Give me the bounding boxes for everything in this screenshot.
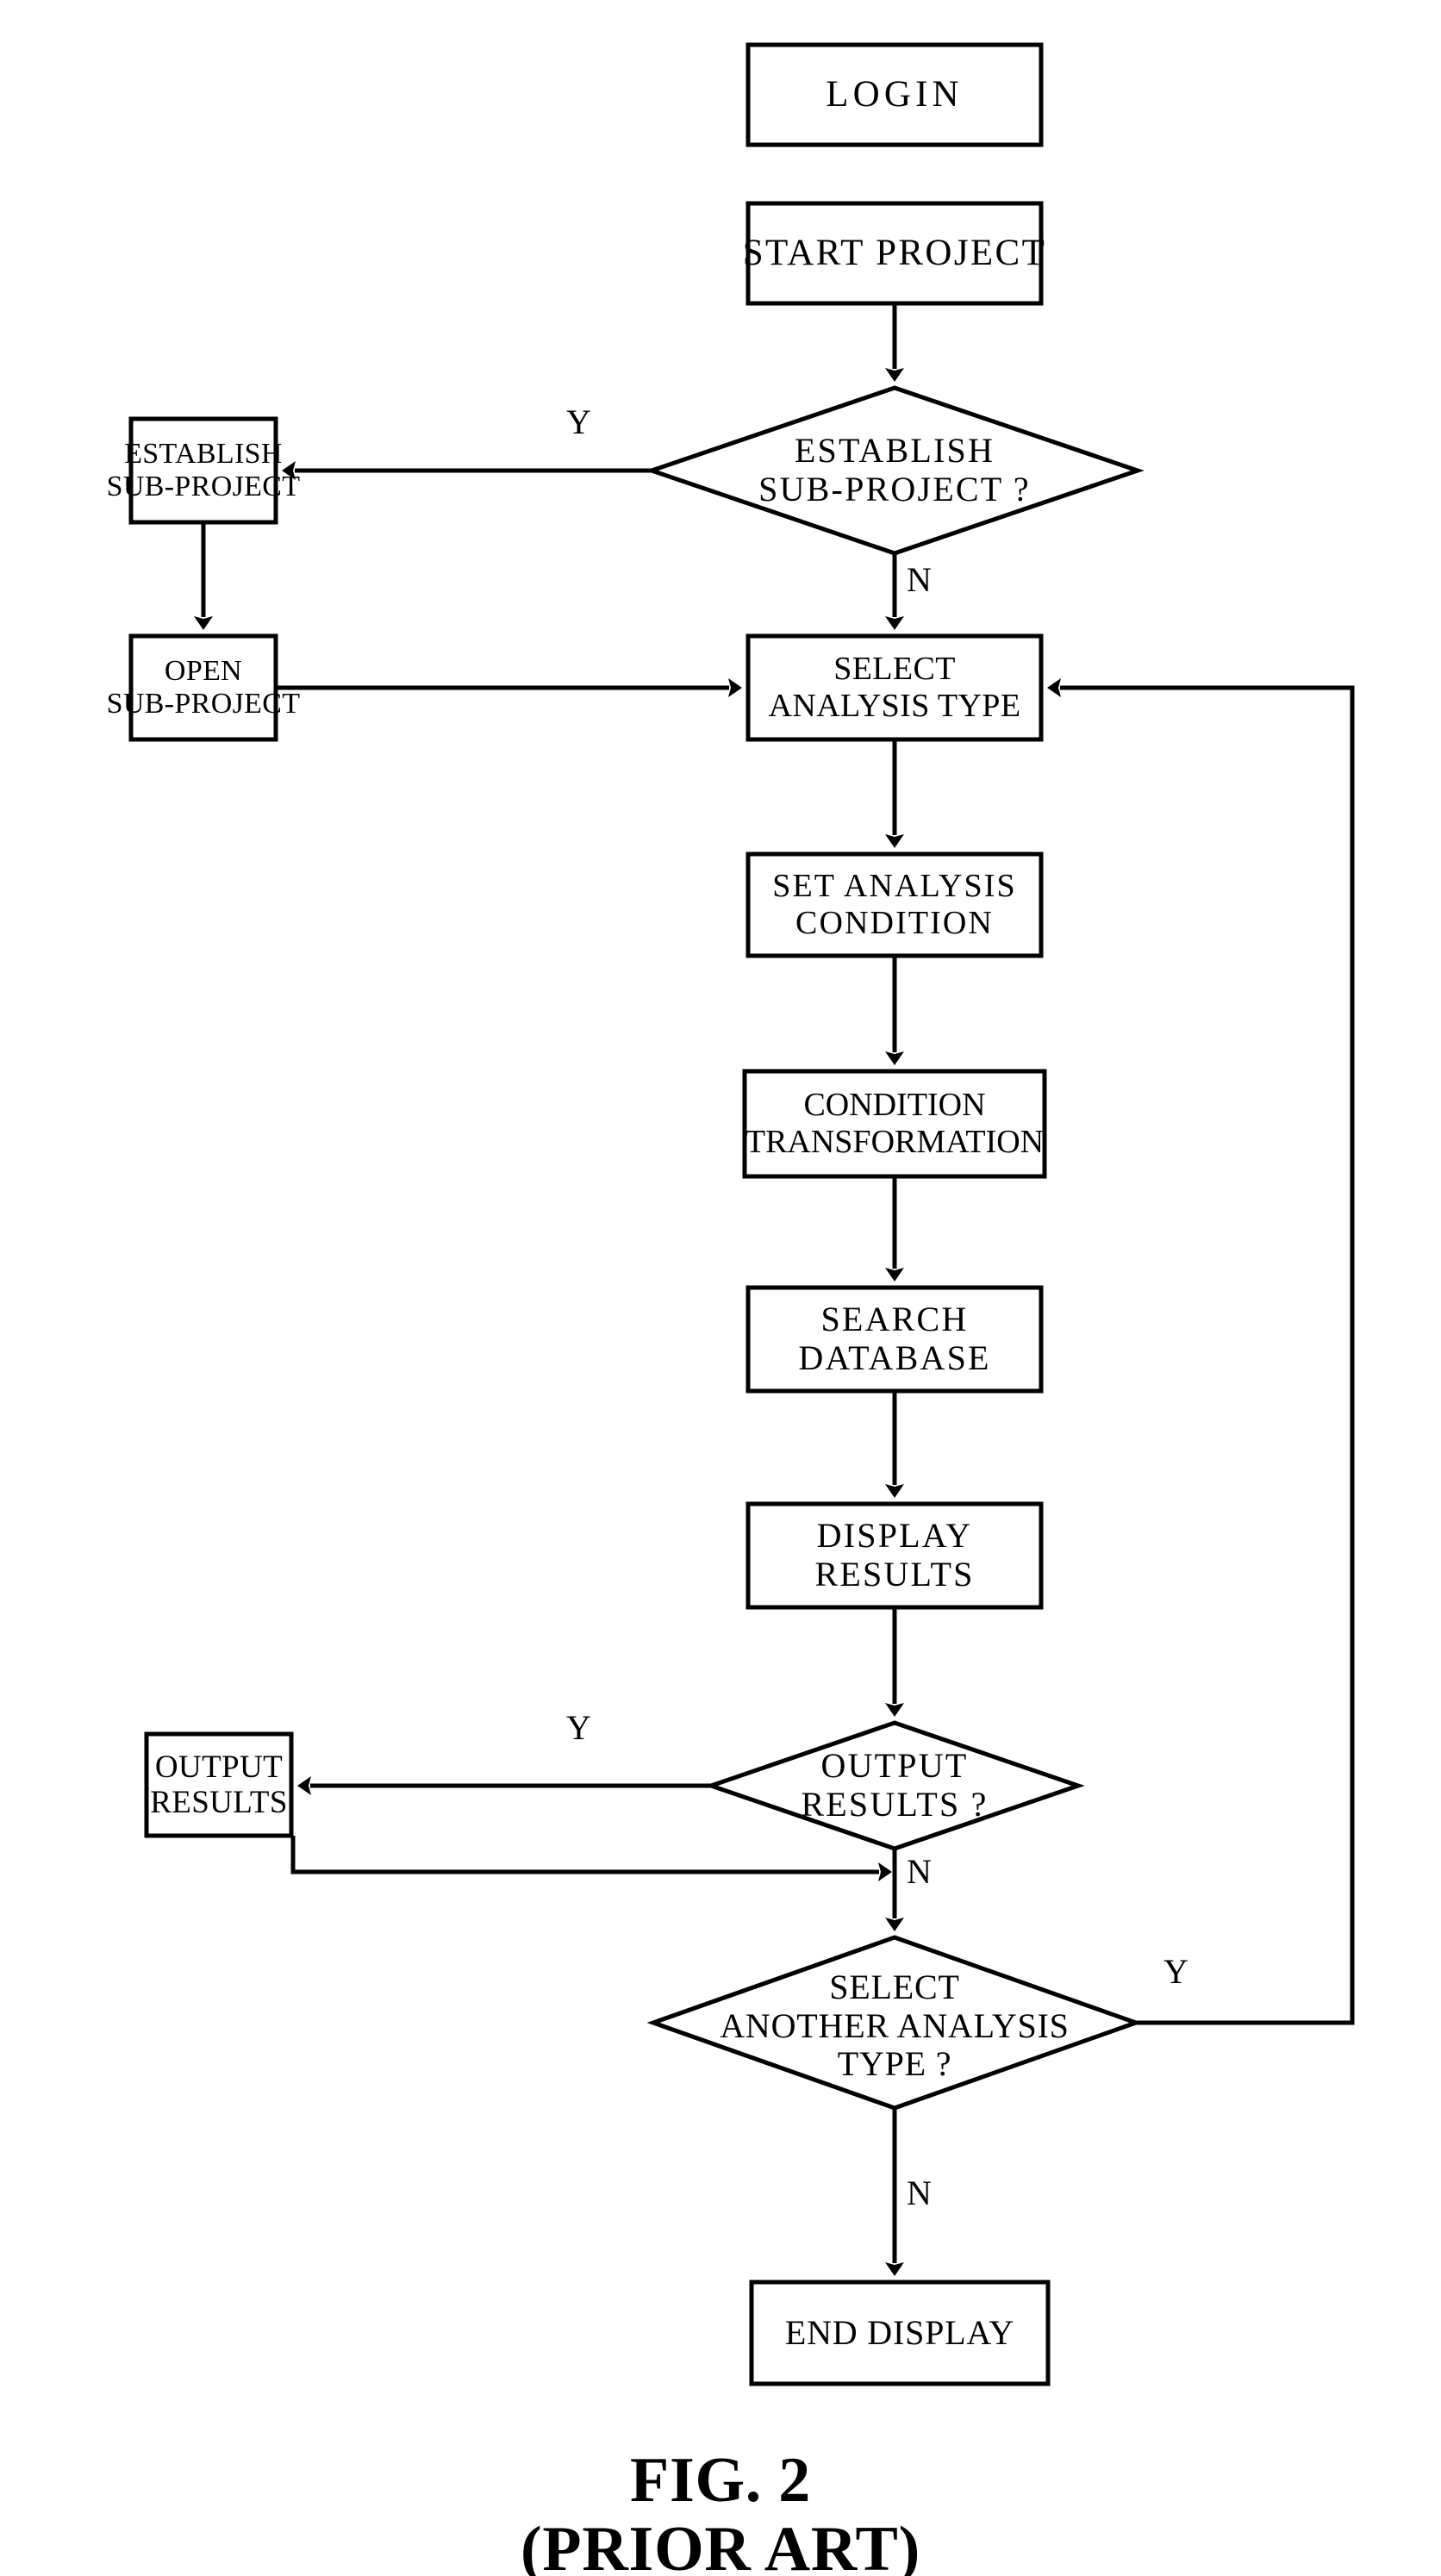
node-output-results: [144, 1731, 294, 1838]
edge-label-establish-yes: Y: [566, 402, 591, 441]
figure-subtitle: (PRIOR ART): [521, 2514, 920, 2576]
decision-select-another-analysis-type: [646, 1935, 1143, 2111]
edge-outputres-loop: [290, 1836, 892, 1881]
edge-another-yes-feedback: [1047, 678, 1355, 2025]
flowchart-canvas: establish sub-project --> select analysi…: [128, 42, 1355, 2386]
node-login: [745, 42, 1044, 147]
figure-page: establish sub-project --> select analysi…: [0, 0, 1441, 2576]
node-set-analysis-condition: [745, 851, 1044, 958]
node-condition-transformation: [742, 1069, 1047, 1179]
node-establish-sub-project: [128, 416, 278, 525]
decision-establish-sub-project: [645, 385, 1145, 556]
edge-label-output-no: N: [907, 1852, 932, 1891]
decision-output-results: [704, 1720, 1085, 1851]
edge-label-another-yes: Y: [1163, 1952, 1188, 1991]
figure-title: FIG. 2: [630, 2445, 811, 2516]
node-display-results: [745, 1501, 1044, 1610]
edge-label-another-no: N: [907, 2174, 932, 2212]
node-start-project: [745, 201, 1044, 306]
edge-label-establish-no: N: [907, 560, 932, 599]
edge-label-output-yes: Y: [566, 1708, 591, 1747]
node-select-analysis-type: [745, 633, 1044, 742]
node-search-database: [745, 1285, 1044, 1394]
node-open-sub-project: [128, 633, 278, 742]
node-end-display: [749, 2280, 1051, 2386]
